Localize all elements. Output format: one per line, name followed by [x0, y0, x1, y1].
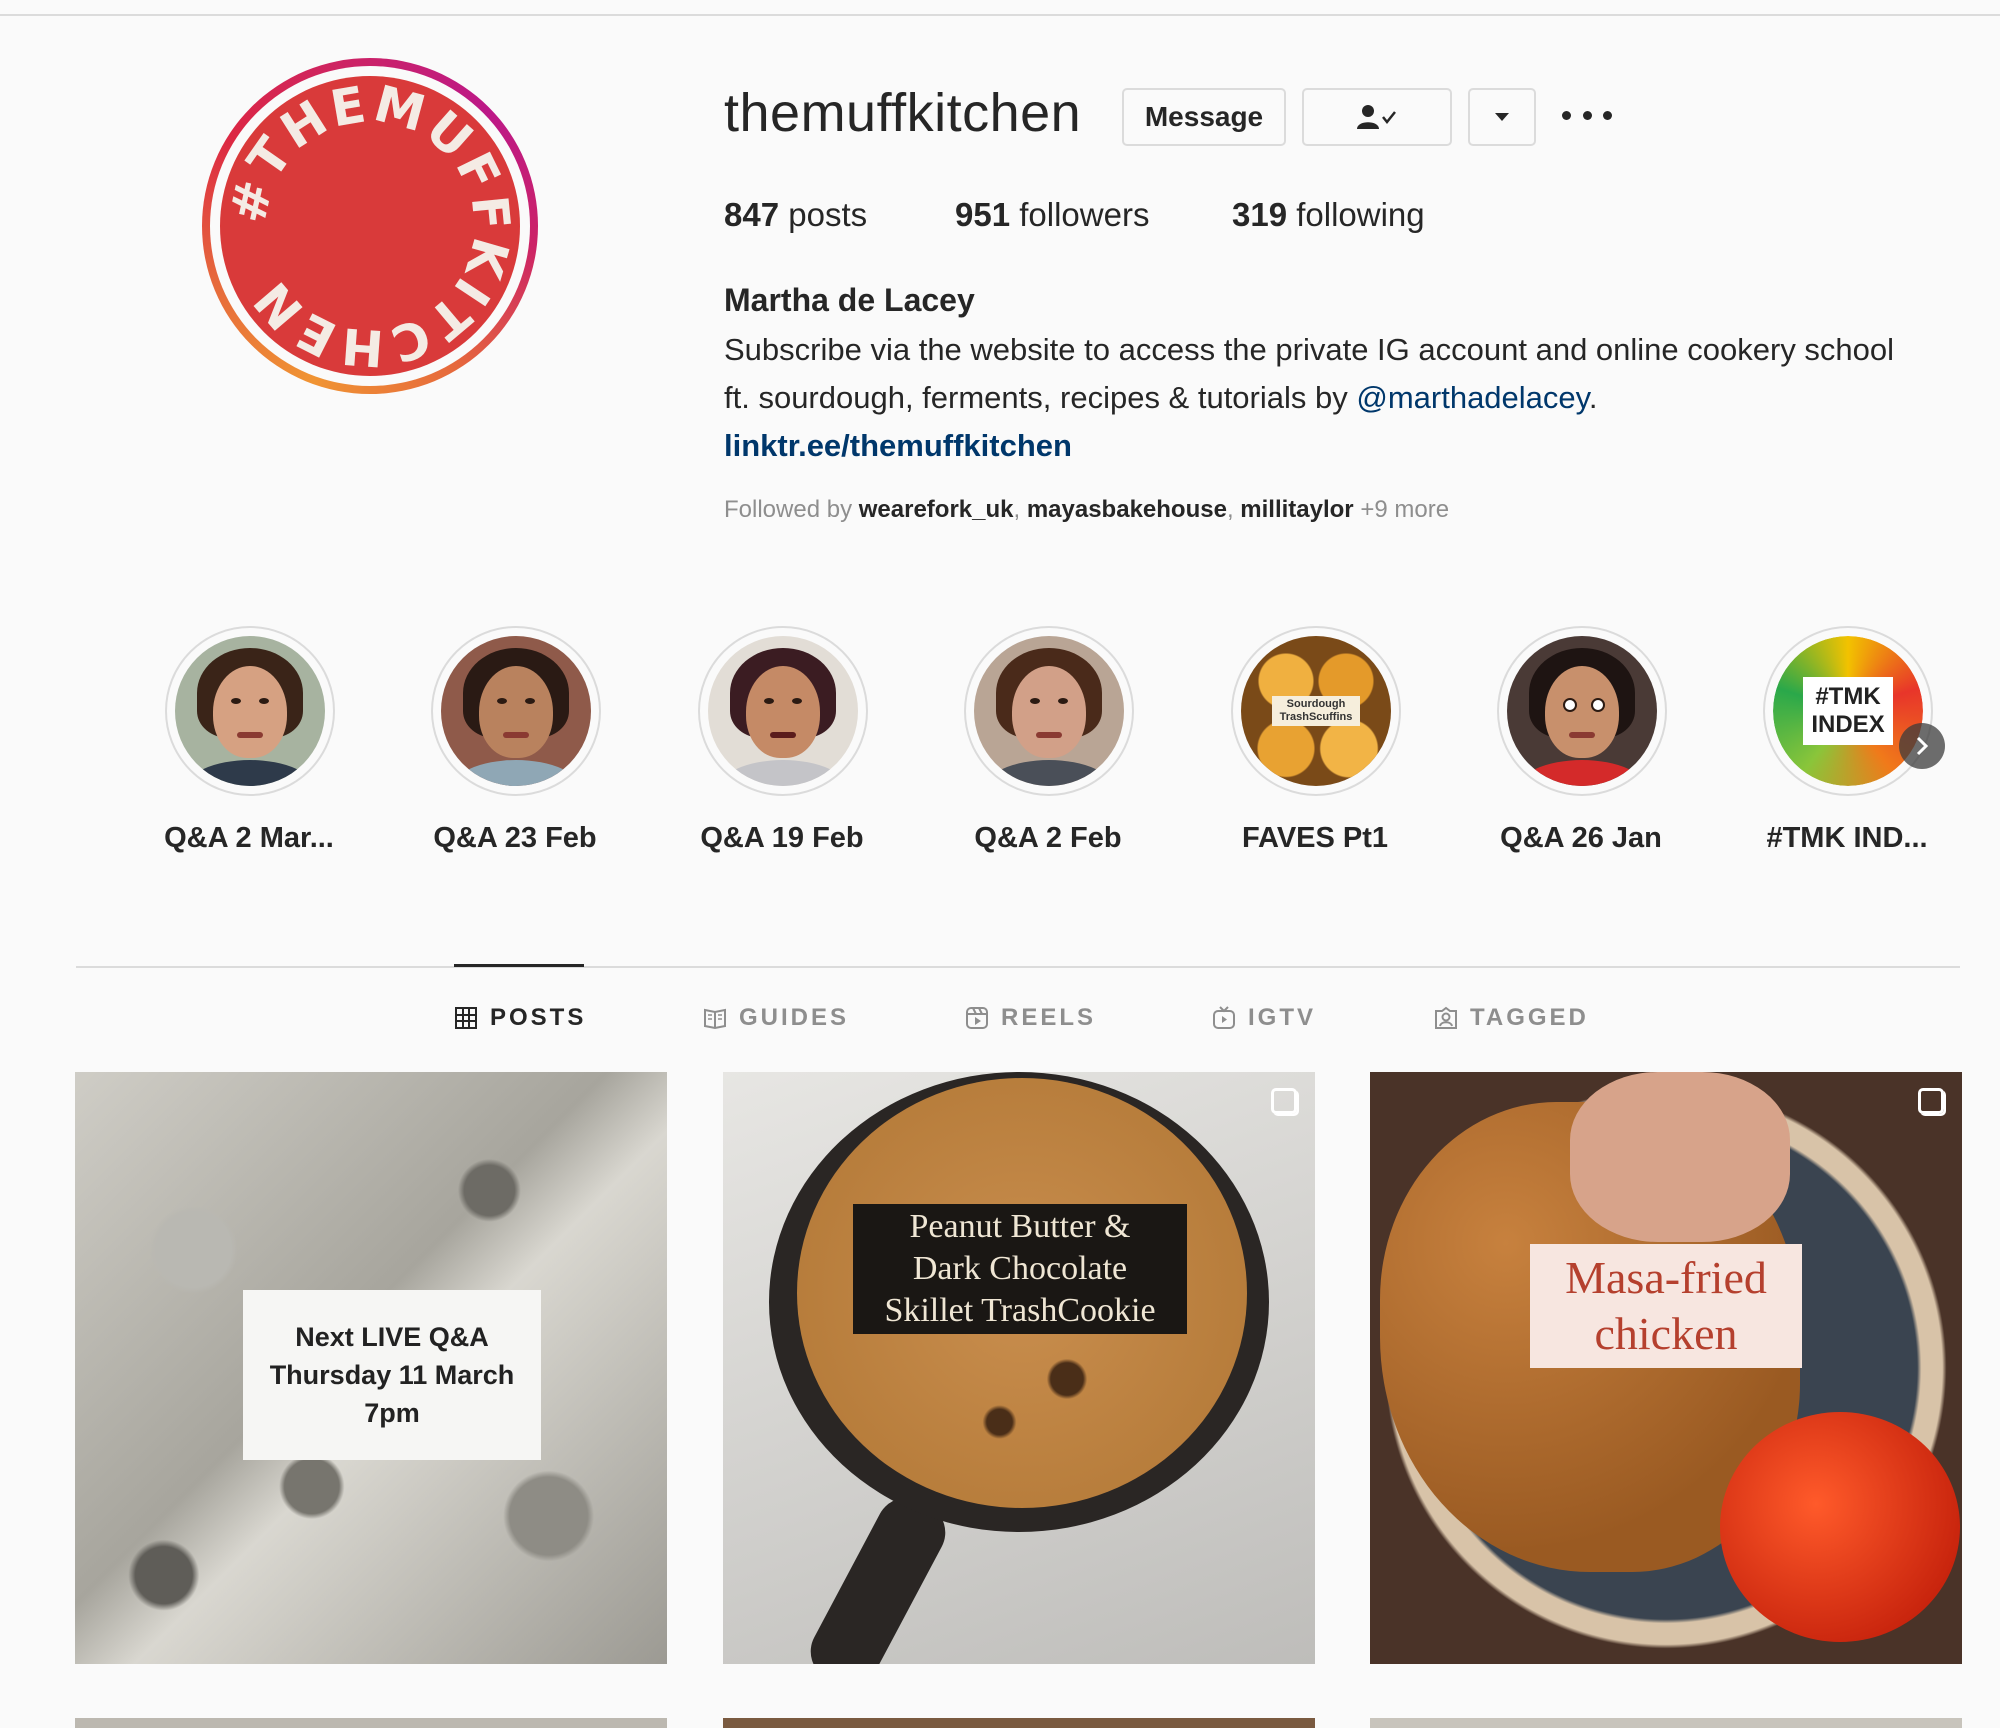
highlight-cover: [175, 636, 325, 786]
following-count[interactable]: 319 following: [1232, 196, 1425, 234]
post-tile[interactable]: [75, 1718, 667, 1728]
avatar-logo: #THEMUFFKITCHEN: [220, 76, 520, 376]
carousel-icon: [1918, 1088, 1944, 1114]
highlight-cover: #TMK INDEX: [1773, 636, 1923, 786]
grid-icon: [455, 1007, 477, 1029]
highlight-label: Q&A 2 Mar...: [164, 822, 334, 854]
profile-bio: Subscribe via the website to access the …: [724, 326, 1924, 470]
post-tile[interactable]: Peanut Butter & Dark Chocolate Skillet T…: [723, 1072, 1315, 1664]
highlight-label: Q&A 26 Jan: [1500, 822, 1662, 854]
tab-posts[interactable]: POSTS: [454, 1004, 586, 1032]
active-tab-indicator: [454, 964, 584, 967]
tab-tagged[interactable]: TAGGED: [1434, 1004, 1589, 1032]
highlights-next-button[interactable]: [1899, 723, 1945, 769]
tagged-icon: [1435, 1006, 1457, 1029]
reels-icon: [966, 1007, 988, 1029]
highlight-cover-title: #TMK: [1815, 683, 1881, 710]
highlight-cover: [708, 636, 858, 786]
tabs-divider: [76, 966, 1960, 968]
followed-by-text[interactable]: Followed by wearefork_uk, mayasbakehouse…: [724, 496, 1449, 524]
person-check-icon: [1357, 105, 1396, 129]
message-button[interactable]: Message: [1122, 88, 1286, 146]
post-overlay-text: Masa-fried chicken: [1530, 1244, 1802, 1368]
highlight-label: Q&A 19 Feb: [700, 822, 864, 854]
highlight-cover: [974, 636, 1124, 786]
post-tile[interactable]: [723, 1718, 1315, 1728]
highlight-label: Q&A 23 Feb: [433, 822, 597, 854]
chevron-right-icon: [1916, 736, 1929, 756]
highlight-cover: [1507, 636, 1657, 786]
highlight-label: #TMK IND...: [1766, 822, 1928, 854]
tab-guides[interactable]: GUIDES: [703, 1004, 849, 1032]
highlight-cover-caption: Sourdough TrashScuffins: [1272, 696, 1360, 726]
following-button[interactable]: [1302, 88, 1452, 146]
tab-igtv[interactable]: IGTV: [1212, 1004, 1316, 1032]
post-tile[interactable]: [1370, 1718, 1962, 1728]
more-options-icon[interactable]: [1562, 90, 1612, 140]
bio-mention-link[interactable]: @marthadelacey: [1356, 380, 1589, 415]
highlight-cover: Sourdough TrashScuffins: [1241, 636, 1391, 786]
posts-count: 847 posts: [724, 196, 868, 233]
post-overlay-text: Peanut Butter & Dark Chocolate Skillet T…: [853, 1204, 1187, 1334]
tab-reels[interactable]: REELS: [965, 1004, 1096, 1032]
post-tile[interactable]: Masa-fried chicken: [1370, 1072, 1962, 1664]
post-tile[interactable]: Next LIVE Q&A Thursday 11 March 7pm: [75, 1072, 667, 1664]
guides-icon: [704, 1008, 726, 1030]
caret-down-icon: [1495, 113, 1509, 121]
profile-avatar[interactable]: #THEMUFFKITCHEN: [202, 58, 538, 394]
igtv-icon: [1213, 1006, 1235, 1029]
highlight-cover-subtitle: INDEX: [1811, 711, 1885, 738]
highlight-cover: [441, 636, 591, 786]
bio-website-link[interactable]: linktr.ee/themuffkitchen: [724, 422, 1924, 470]
profile-username: themuffkitchen: [724, 83, 1082, 143]
highlight-label: Q&A 2 Feb: [974, 822, 1122, 854]
profile-full-name: Martha de Lacey: [724, 282, 975, 318]
highlight-label: FAVES Pt1: [1241, 822, 1389, 854]
post-overlay-text: Next LIVE Q&A Thursday 11 March 7pm: [243, 1290, 541, 1460]
top-divider: [0, 14, 2000, 16]
followers-count[interactable]: 951 followers: [955, 196, 1149, 234]
suggestions-dropdown-button[interactable]: [1468, 88, 1536, 146]
svg-text:#THEMUFFKITCHEN: #THEMUFFKITCHEN: [220, 76, 520, 376]
carousel-icon: [1271, 1088, 1297, 1114]
